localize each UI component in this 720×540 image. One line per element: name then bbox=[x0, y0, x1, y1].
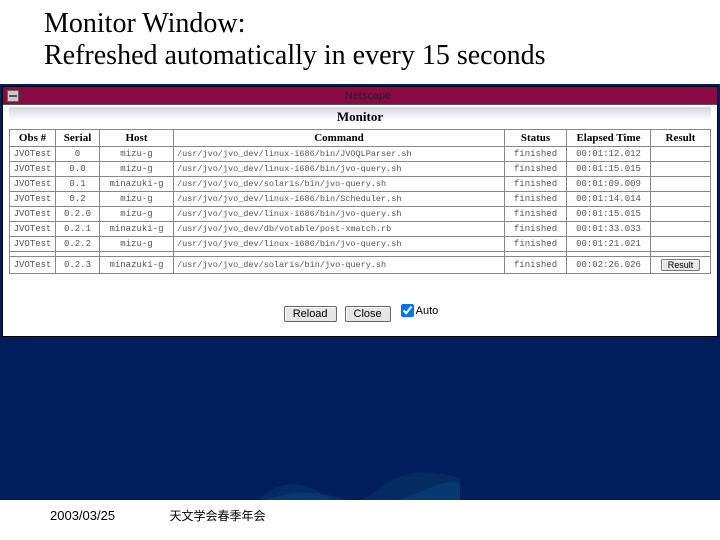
cell-serial: 0.2.1 bbox=[56, 222, 100, 237]
cell-status: finished bbox=[505, 222, 567, 237]
browser-window: Netscape Monitor Obs # Serial Host Comma… bbox=[2, 86, 718, 337]
col-result: Result bbox=[651, 130, 711, 147]
cell-elapsed: 00:01:12.012 bbox=[567, 147, 651, 162]
cell-host: mizu-g bbox=[100, 237, 174, 252]
col-obs: Obs # bbox=[10, 130, 56, 147]
cell-obs: JVOTest bbox=[10, 147, 56, 162]
auto-checkbox-wrap[interactable]: Auto bbox=[401, 304, 439, 317]
slide-title-line1: Monitor Window: bbox=[44, 8, 680, 40]
cell-obs: JVOTest bbox=[10, 192, 56, 207]
window-menu-icon[interactable] bbox=[7, 90, 19, 102]
cell-cmd: /usr/jvo/jvo_dev/linux-i686/bin/Schedule… bbox=[174, 192, 505, 207]
cell-result bbox=[651, 237, 711, 252]
cell-result: Result bbox=[651, 257, 711, 274]
cell-serial: 0.2.3 bbox=[56, 257, 100, 274]
cell-obs: JVOTest bbox=[10, 237, 56, 252]
cell-status: finished bbox=[505, 162, 567, 177]
cell-status: finished bbox=[505, 147, 567, 162]
cell-obs: JVOTest bbox=[10, 222, 56, 237]
controls-row: Reload Close Auto bbox=[9, 274, 711, 330]
cell-result bbox=[651, 222, 711, 237]
cell-status: finished bbox=[505, 192, 567, 207]
cell-status: finished bbox=[505, 177, 567, 192]
cell-elapsed: 00:02:26.026 bbox=[567, 257, 651, 274]
monitor-table: Obs # Serial Host Command Status Elapsed… bbox=[9, 129, 711, 274]
slide: Monitor Window: Refreshed automatically … bbox=[0, 0, 720, 540]
slide-title: Monitor Window: Refreshed automatically … bbox=[0, 0, 720, 78]
col-host: Host bbox=[100, 130, 174, 147]
cell-result bbox=[651, 162, 711, 177]
cell-cmd: /usr/jvo/jvo_dev/linux-i686/bin/jvo-quer… bbox=[174, 162, 505, 177]
table-row: JVOTest0.2.0mizu-g/usr/jvo/jvo_dev/linux… bbox=[10, 207, 711, 222]
cell-obs: JVOTest bbox=[10, 257, 56, 274]
auto-checkbox[interactable] bbox=[401, 304, 414, 317]
window-titlebar[interactable]: Netscape bbox=[3, 87, 717, 105]
cell-cmd: /usr/jvo/jvo_dev/solaris/bin/jvo-query.s… bbox=[174, 177, 505, 192]
cell-elapsed: 00:01:33.033 bbox=[567, 222, 651, 237]
cell-obs: JVOTest bbox=[10, 177, 56, 192]
cell-obs: JVOTest bbox=[10, 162, 56, 177]
result-button[interactable]: Result bbox=[661, 259, 701, 271]
cell-host: mizu-g bbox=[100, 162, 174, 177]
cell-serial: 0.2.0 bbox=[56, 207, 100, 222]
cell-elapsed: 00:01:15.015 bbox=[567, 207, 651, 222]
cell-host: minazuki-g bbox=[100, 257, 174, 274]
cell-elapsed: 00:01:21.021 bbox=[567, 237, 651, 252]
col-status: Status bbox=[505, 130, 567, 147]
reload-button[interactable]: Reload bbox=[284, 306, 337, 322]
footer-org: 天文学会春季年会 bbox=[170, 507, 266, 524]
table-row: JVOTest0mizu-g/usr/jvo/jvo_dev/linux-i68… bbox=[10, 147, 711, 162]
table-row: JVOTest0.1minazuki-g/usr/jvo/jvo_dev/sol… bbox=[10, 177, 711, 192]
cell-cmd: /usr/jvo/jvo_dev/solaris/bin/jvo-query.s… bbox=[174, 257, 505, 274]
cell-result bbox=[651, 147, 711, 162]
cell-host: minazuki-g bbox=[100, 177, 174, 192]
table-header-row: Obs # Serial Host Command Status Elapsed… bbox=[10, 130, 711, 147]
cell-cmd: /usr/jvo/jvo_dev/linux-i686/bin/jvo-quer… bbox=[174, 237, 505, 252]
col-elapsed: Elapsed Time bbox=[567, 130, 651, 147]
cell-obs: JVOTest bbox=[10, 207, 56, 222]
cell-serial: 0.2 bbox=[56, 192, 100, 207]
auto-label[interactable]: Auto bbox=[416, 305, 439, 317]
cell-result bbox=[651, 177, 711, 192]
cell-elapsed: 00:01:09.009 bbox=[567, 177, 651, 192]
cell-serial: 0 bbox=[56, 147, 100, 162]
cell-cmd: /usr/jvo/jvo_dev/linux-i686/bin/jvo-quer… bbox=[174, 207, 505, 222]
footer-date: 2003/03/25 bbox=[50, 508, 115, 523]
cell-serial: 0.1 bbox=[56, 177, 100, 192]
cell-elapsed: 00:01:15.015 bbox=[567, 162, 651, 177]
table-row: JVOTest0.2mizu-g/usr/jvo/jvo_dev/linux-i… bbox=[10, 192, 711, 207]
cell-serial: 0.0 bbox=[56, 162, 100, 177]
window-title: Netscape bbox=[19, 90, 717, 102]
cell-status: finished bbox=[505, 237, 567, 252]
cell-status: finished bbox=[505, 257, 567, 274]
cell-cmd: /usr/jvo/jvo_dev/db/votable/post-xmatch.… bbox=[174, 222, 505, 237]
table-row: JVOTest0.0mizu-g/usr/jvo/jvo_dev/linux-i… bbox=[10, 162, 711, 177]
cell-elapsed: 00:01:14.014 bbox=[567, 192, 651, 207]
page-title: Monitor bbox=[9, 107, 711, 129]
table-row: JVOTest0.2.1minazuki-g/usr/jvo/jvo_dev/d… bbox=[10, 222, 711, 237]
window-content: Monitor Obs # Serial Host Command Status… bbox=[3, 105, 717, 336]
cell-host: mizu-g bbox=[100, 192, 174, 207]
cell-host: mizu-g bbox=[100, 147, 174, 162]
col-command: Command bbox=[174, 130, 505, 147]
close-button[interactable]: Close bbox=[345, 306, 391, 322]
slide-footer: 2003/03/25 天文学会春季年会 bbox=[0, 500, 720, 530]
table-row: JVOTest0.2.3minazuki-g/usr/jvo/jvo_dev/s… bbox=[10, 257, 711, 274]
cell-result bbox=[651, 192, 711, 207]
table-row: JVOTest0.2.2mizu-g/usr/jvo/jvo_dev/linux… bbox=[10, 237, 711, 252]
cell-result bbox=[651, 207, 711, 222]
cell-cmd: /usr/jvo/jvo_dev/linux-i686/bin/JVOQLPar… bbox=[174, 147, 505, 162]
col-serial: Serial bbox=[56, 130, 100, 147]
cell-host: mizu-g bbox=[100, 207, 174, 222]
slide-title-line2: Refreshed automatically in every 15 seco… bbox=[44, 40, 680, 72]
cell-host: minazuki-g bbox=[100, 222, 174, 237]
cell-serial: 0.2.2 bbox=[56, 237, 100, 252]
cell-status: finished bbox=[505, 207, 567, 222]
